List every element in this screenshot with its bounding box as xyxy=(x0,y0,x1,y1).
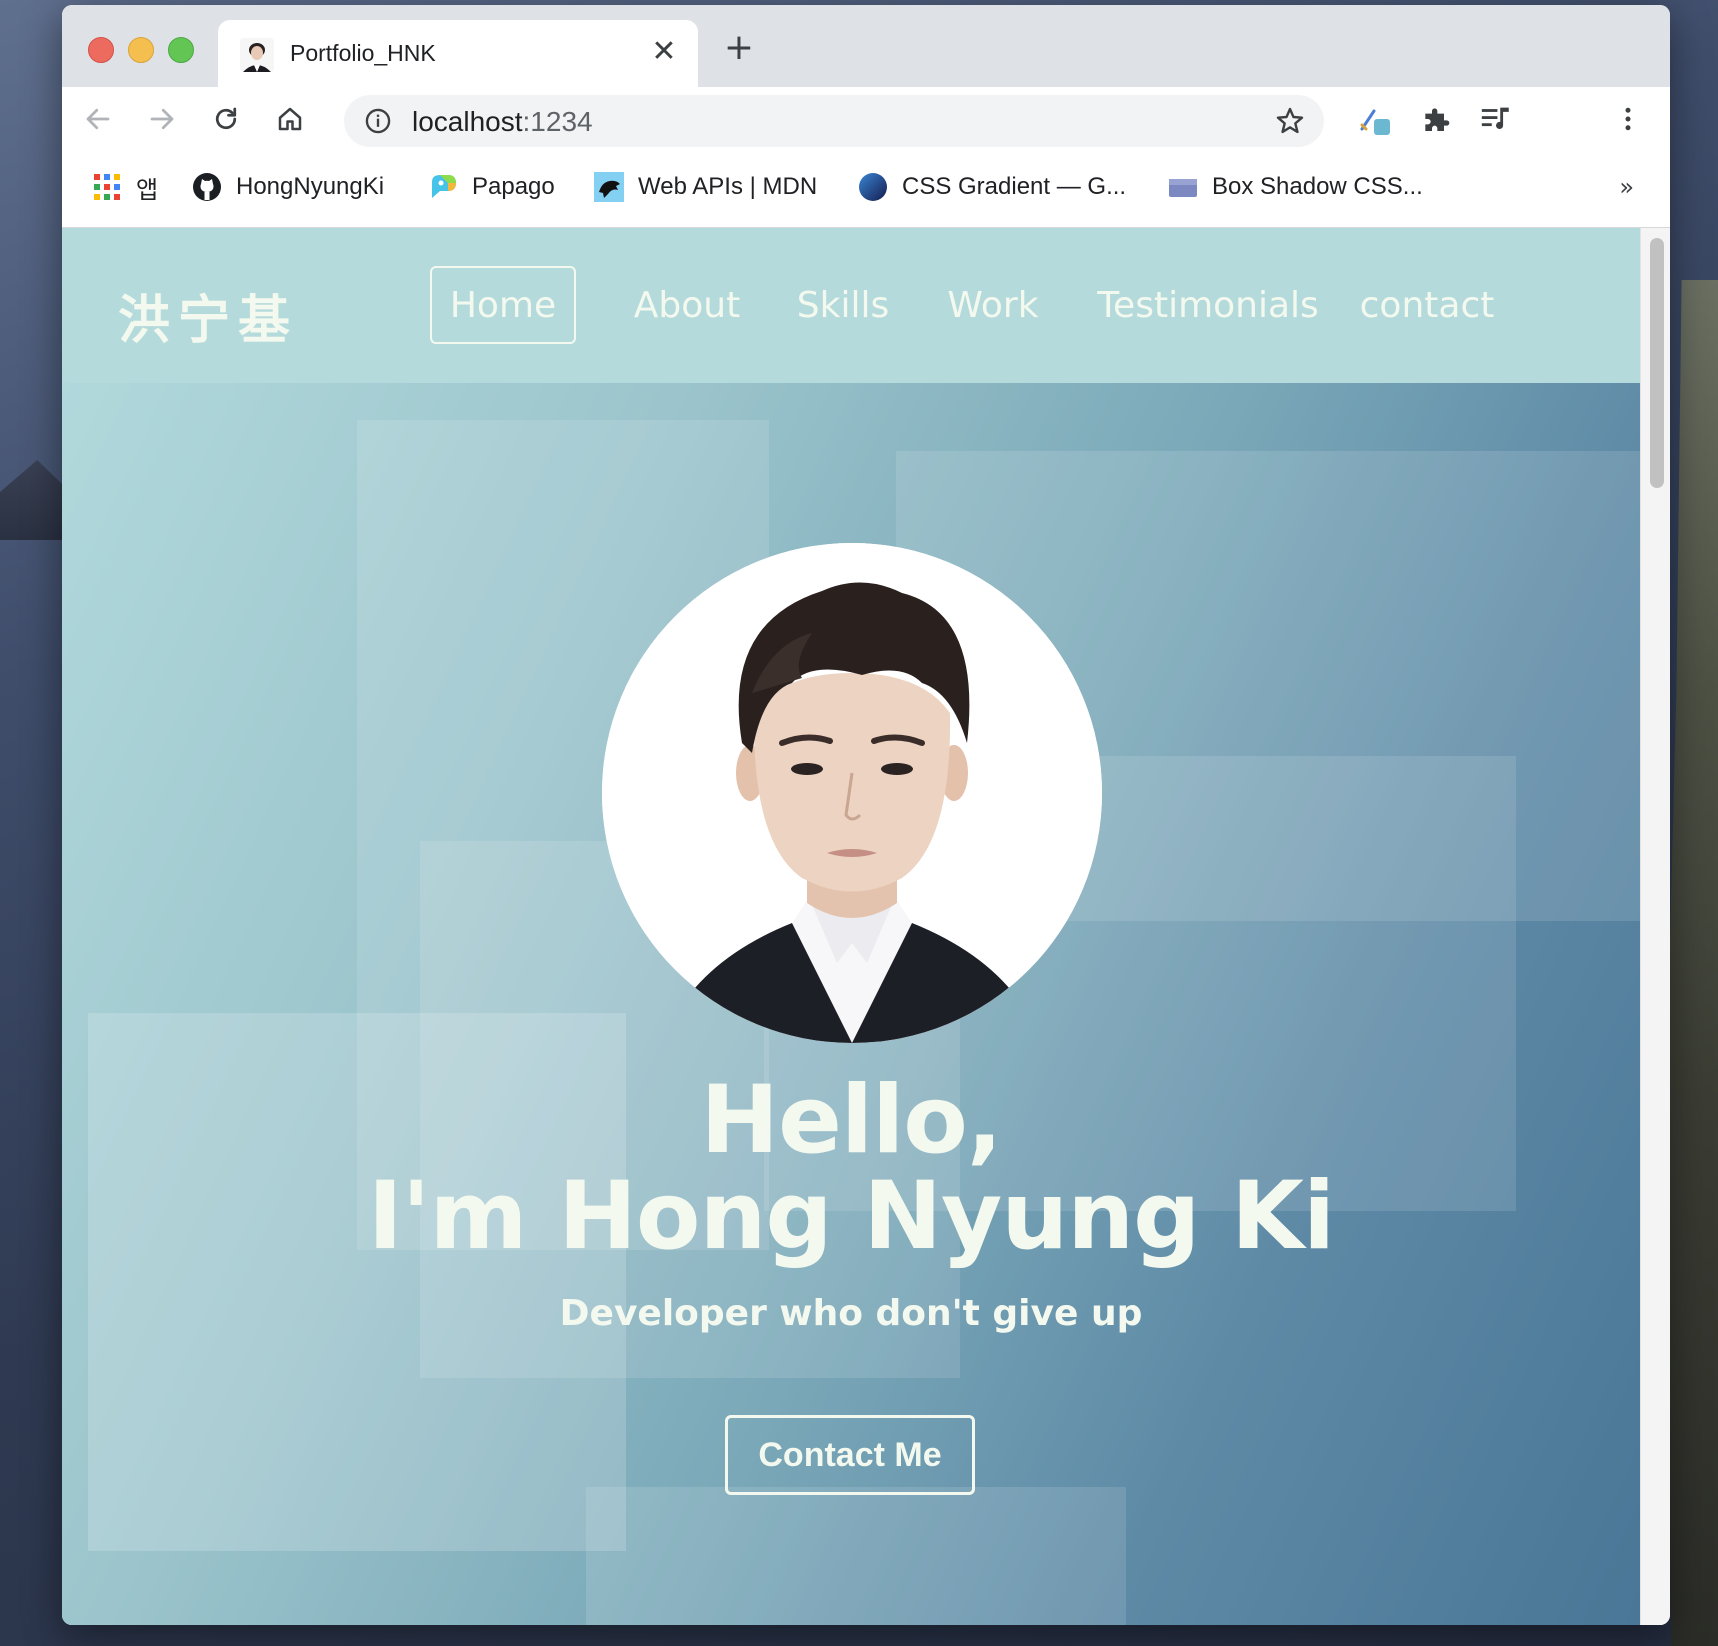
bookmarks-bar: 앱 HongNyungKi Papago Web APIs | MDN CSS … xyxy=(62,151,1670,228)
nav-contact[interactable]: contact xyxy=(1360,266,1495,344)
extensions-button[interactable] xyxy=(1416,99,1456,139)
bookmark-label: Papago xyxy=(472,173,555,200)
star-icon[interactable] xyxy=(1274,105,1306,137)
desktop-wallpaper-left xyxy=(0,460,62,540)
papago-icon xyxy=(432,175,456,198)
bookmark-box-shadow[interactable]: Box Shadow CSS... xyxy=(1168,167,1423,207)
hero-greeting: Hello, xyxy=(700,1066,1002,1175)
bookmark-label: CSS Gradient — G... xyxy=(902,173,1127,200)
address-port: :1234 xyxy=(522,106,593,137)
hero-heading: Hello, I'm Hong Nyung Ki xyxy=(62,1073,1640,1265)
bookmark-label: Box Shadow CSS... xyxy=(1212,173,1423,200)
desktop-wallpaper-right xyxy=(1666,280,1718,1646)
info-icon[interactable] xyxy=(364,107,392,135)
window-minimize-button[interactable] xyxy=(128,37,154,63)
nav-about[interactable]: About xyxy=(622,266,752,344)
bookmark-label: 앱 xyxy=(136,176,159,204)
bookmark-mdn[interactable]: Web APIs | MDN xyxy=(594,167,817,207)
site-logo[interactable]: 洪宁基 xyxy=(118,278,298,353)
new-tab-button[interactable]: + xyxy=(722,30,756,67)
media-queue-icon xyxy=(1481,107,1509,129)
tab-close-icon[interactable]: ✕ xyxy=(648,36,680,68)
bookmarks-overflow-icon[interactable]: » xyxy=(1619,173,1634,201)
home-icon xyxy=(278,107,302,131)
bookmark-github[interactable]: HongNyungKi xyxy=(192,167,384,207)
extension-color-picker-button[interactable] xyxy=(1354,99,1394,139)
box-shadow-icon xyxy=(1169,179,1197,197)
reload-icon xyxy=(215,107,237,130)
bookmark-label: HongNyungKi xyxy=(236,173,385,200)
forward-button[interactable] xyxy=(142,99,182,139)
site-navbar: 洪宁基 Home About Skills Work Testimonials … xyxy=(62,228,1640,383)
css-gradient-icon xyxy=(859,173,887,201)
nav-work[interactable]: Work xyxy=(938,266,1048,344)
hero-tagline: Developer who don't give up xyxy=(559,1293,1143,1334)
address-bar[interactable]: localhost:1234 xyxy=(344,95,1324,147)
bookmark-apps[interactable]: 앱 xyxy=(92,167,158,207)
puzzle-icon xyxy=(1425,108,1450,131)
profile-photo xyxy=(602,543,1102,1043)
hero-section: Hello, I'm Hong Nyung Ki Developer who d… xyxy=(62,383,1640,1625)
browser-menu-button[interactable] xyxy=(1608,99,1648,139)
apps-grid-icon xyxy=(94,174,120,200)
arrow-left-icon xyxy=(86,108,110,130)
browser-window: Portfolio_HNK ✕ + localhost:1234 앱 HongN… xyxy=(62,5,1670,1625)
address-host: localhost xyxy=(412,106,523,137)
profile-portrait-image xyxy=(602,543,1102,1043)
contact-me-button[interactable]: Contact Me xyxy=(725,1415,975,1495)
bookmark-label: Web APIs | MDN xyxy=(638,173,818,200)
page-viewport: 洪宁基 Home About Skills Work Testimonials … xyxy=(62,228,1640,1625)
browser-toolbar: localhost:1234 xyxy=(62,87,1670,151)
nav-testimonials[interactable]: Testimonials xyxy=(1092,266,1324,344)
nav-skills[interactable]: Skills xyxy=(788,266,898,344)
more-vertical-icon xyxy=(1625,107,1631,131)
github-icon xyxy=(193,173,221,201)
tab-title: Portfolio_HNK xyxy=(290,40,436,66)
mdn-icon xyxy=(594,172,624,202)
window-zoom-button[interactable] xyxy=(168,37,194,63)
profile-favicon-icon xyxy=(240,38,274,72)
eyedropper-extension-icon xyxy=(1360,109,1390,135)
tab-portfolio[interactable]: Portfolio_HNK ✕ xyxy=(218,20,698,87)
back-button[interactable] xyxy=(78,99,118,139)
media-control-button[interactable] xyxy=(1476,99,1516,139)
home-button[interactable] xyxy=(270,99,310,139)
bookmark-css-gradient[interactable]: CSS Gradient — G... xyxy=(858,167,1126,207)
address-text[interactable]: localhost:1234 xyxy=(412,106,593,138)
bookmark-papago[interactable]: Papago xyxy=(428,167,555,207)
nav-home[interactable]: Home xyxy=(430,266,576,344)
page-scrollbar[interactable] xyxy=(1640,228,1670,1625)
decorative-square xyxy=(586,1487,1126,1625)
window-close-button[interactable] xyxy=(88,37,114,63)
hero-name: I'm Hong Nyung Ki xyxy=(367,1162,1335,1271)
scrollbar-thumb[interactable] xyxy=(1650,238,1664,488)
reload-button[interactable] xyxy=(206,99,246,139)
arrow-right-icon xyxy=(150,108,174,130)
tab-strip: Portfolio_HNK ✕ + xyxy=(62,5,1670,87)
